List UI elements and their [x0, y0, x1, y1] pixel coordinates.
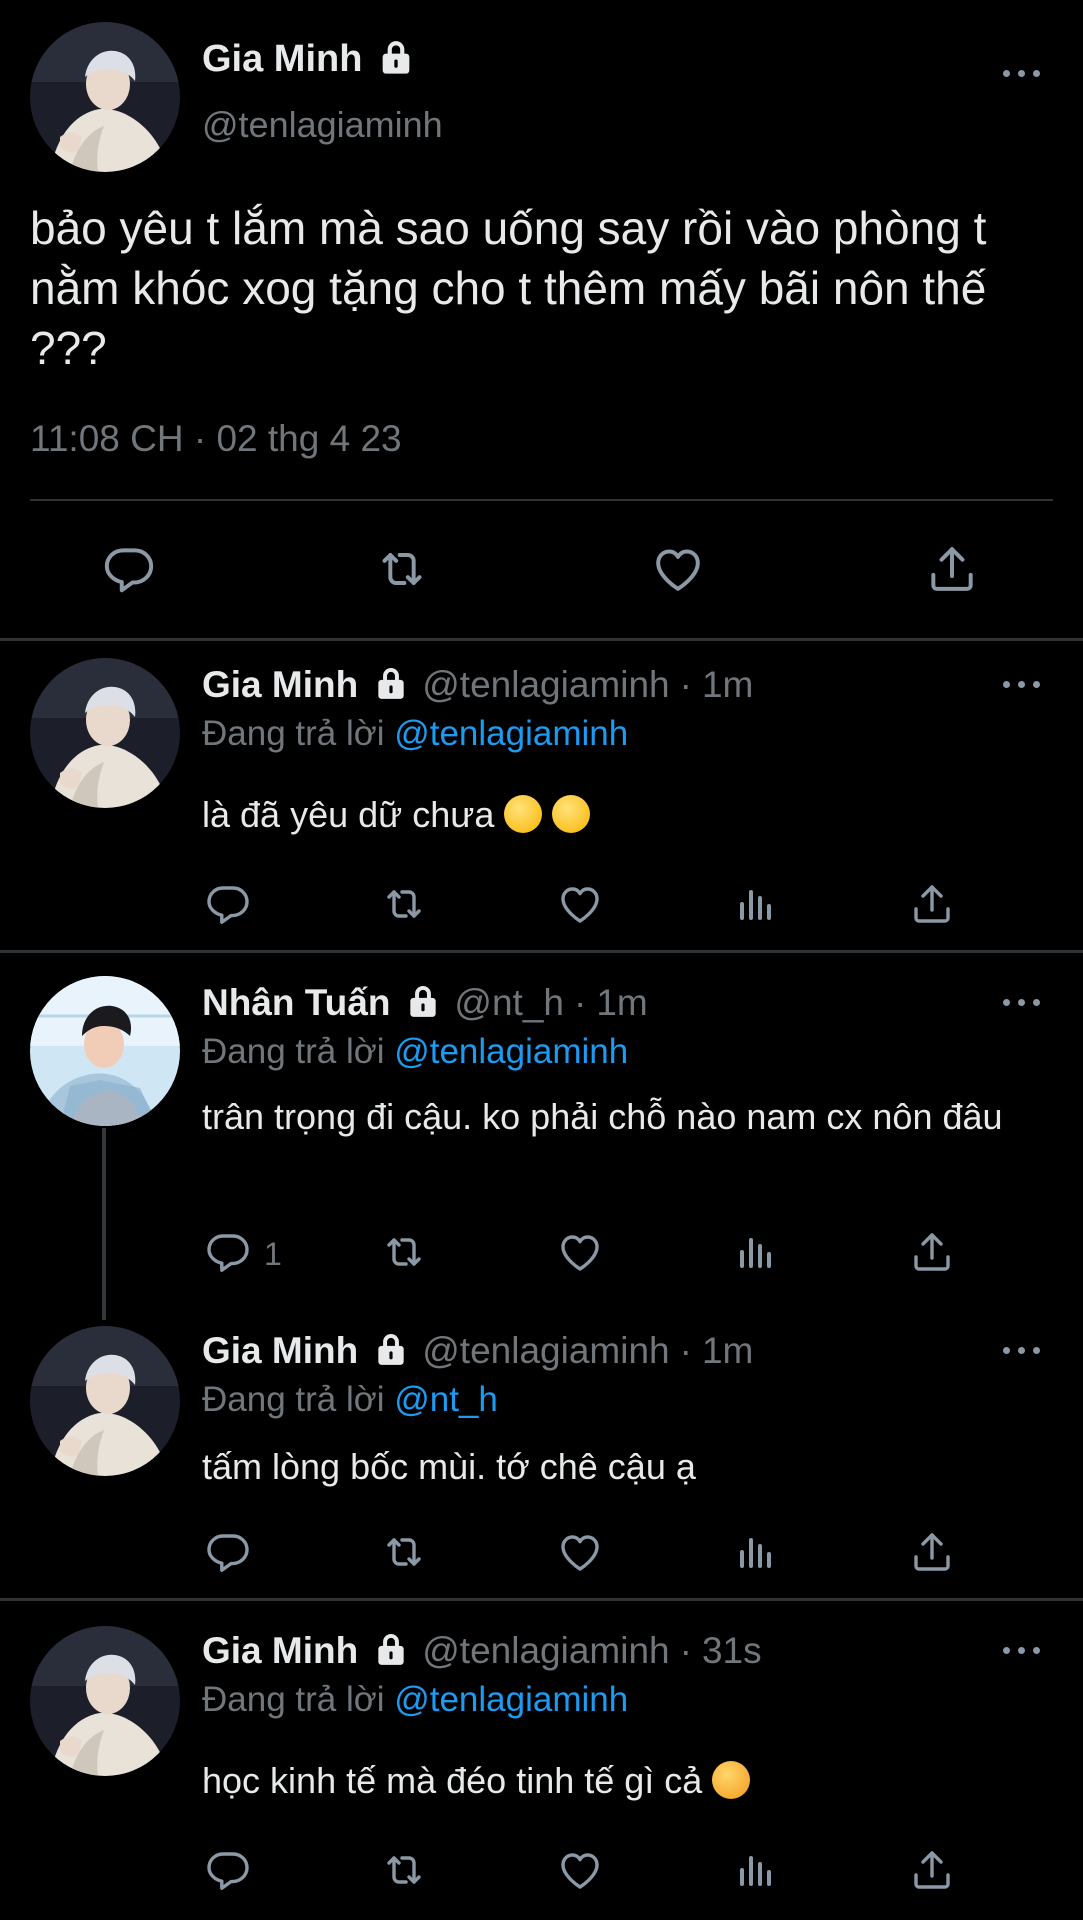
reply-text: tấm lòng bốc mùi. tớ chê cậu ạ [202, 1446, 696, 1487]
slightly-smiling-face-icon [552, 795, 591, 833]
author-line: Nhân Tuấn @nt_h · 1m [202, 982, 648, 1024]
share-icon[interactable] [908, 880, 956, 928]
reply-text: trân trọng đi cậu. ko phải chỗ nào nam c… [202, 1096, 1003, 1137]
author-handle[interactable]: @tenlagiaminh [422, 664, 669, 705]
divider [0, 950, 1083, 953]
avatar[interactable] [30, 976, 180, 1126]
author-name[interactable]: Nhân Tuấn [202, 982, 390, 1023]
tweet-time[interactable]: 1m [702, 664, 753, 705]
more-options-icon[interactable] [1003, 674, 1047, 694]
replying-to: Đang trả lời @tenlagiaminh [202, 1680, 629, 1719]
lock-icon [404, 982, 442, 1020]
tweet-thread: Gia Minh @tenlagiaminh bảo yêu t lắm mà … [0, 0, 1083, 1920]
reply-icon[interactable] [101, 541, 157, 597]
reply-count: 1 [264, 1236, 282, 1272]
more-options-icon[interactable] [1003, 63, 1047, 83]
avatar[interactable] [30, 1326, 180, 1476]
retweet-icon[interactable] [380, 1228, 428, 1276]
author-line: Gia Minh @tenlagiaminh · 1m [202, 1330, 753, 1372]
lock-icon [372, 1330, 410, 1368]
replying-to: Đang trả lời @tenlagiaminh [202, 714, 629, 753]
separator-dot: · [679, 664, 692, 705]
author-name[interactable]: Gia Minh [202, 664, 358, 705]
author-handle[interactable]: @tenlagiaminh [422, 1330, 669, 1371]
main-author-handle[interactable]: @tenlagiaminh [202, 104, 443, 146]
mention-link[interactable]: @tenlagiaminh [394, 714, 628, 753]
divider [0, 1598, 1083, 1601]
tweet-time[interactable]: 1m [596, 982, 647, 1023]
author-name[interactable]: Gia Minh [202, 1330, 358, 1371]
retweet-icon[interactable] [380, 880, 428, 928]
profile-photo [30, 1626, 180, 1776]
author-line: Gia Minh @tenlagiaminh · 31s [202, 1630, 762, 1672]
profile-photo [30, 22, 180, 172]
like-icon[interactable] [556, 1846, 604, 1894]
more-options-icon[interactable] [1003, 992, 1047, 1012]
mention-link[interactable]: @tenlagiaminh [394, 1680, 628, 1719]
views-icon[interactable] [732, 1528, 780, 1576]
author-name[interactable]: Gia Minh [202, 1630, 358, 1671]
mention-link[interactable]: @nt_h [394, 1380, 498, 1419]
share-icon[interactable] [908, 1846, 956, 1894]
like-icon[interactable] [556, 1528, 604, 1576]
separator-dot: · [679, 1630, 692, 1671]
profile-photo [30, 1326, 180, 1476]
thread-connector [102, 1128, 106, 1320]
divider [0, 638, 1083, 641]
separator-dot: · [679, 1330, 692, 1371]
main-tweet-text: bảo yêu t lắm mà sao uống say rồi vào ph… [30, 202, 987, 374]
main-author-name[interactable]: Gia Minh [202, 38, 416, 81]
lock-icon [372, 664, 410, 702]
share-icon[interactable] [908, 1528, 956, 1576]
more-options-icon[interactable] [1003, 1340, 1047, 1360]
replying-to: Đang trả lời @tenlagiaminh [202, 1032, 629, 1071]
lock-icon [376, 37, 416, 77]
mention-link[interactable]: @tenlagiaminh [394, 1032, 628, 1071]
views-icon[interactable] [732, 880, 780, 928]
reply-icon[interactable] [204, 1846, 252, 1894]
main-tweet-timestamp[interactable]: 11:08 CH · 02 thg 4 23 [30, 418, 402, 460]
reply-text: học kinh tế mà đéo tinh tế gì cả [202, 1756, 1022, 1806]
retweet-icon[interactable] [380, 1528, 428, 1576]
profile-photo [30, 658, 180, 808]
author-handle[interactable]: @nt_h [454, 982, 564, 1023]
more-options-icon[interactable] [1003, 1640, 1047, 1660]
share-icon[interactable] [924, 541, 980, 597]
avatar[interactable] [30, 1626, 180, 1776]
avatar-main[interactable] [30, 22, 180, 172]
lock-icon [372, 1630, 410, 1668]
like-icon[interactable] [650, 541, 706, 597]
author-line: Gia Minh @tenlagiaminh · 1m [202, 664, 753, 706]
retweet-icon[interactable] [380, 1846, 428, 1894]
separator-dot: · [574, 982, 587, 1023]
reply-icon[interactable] [204, 880, 252, 928]
retweet-icon[interactable] [374, 541, 430, 597]
slightly-smiling-face-icon [504, 795, 543, 833]
like-icon[interactable] [556, 1228, 604, 1276]
tweet-time[interactable]: 31s [702, 1630, 762, 1671]
profile-photo [30, 976, 180, 1126]
angry-face-icon [712, 1761, 751, 1799]
avatar[interactable] [30, 658, 180, 808]
reply-icon[interactable] [204, 1228, 252, 1276]
views-icon[interactable] [732, 1228, 780, 1276]
reply-icon[interactable] [204, 1528, 252, 1576]
replying-to: Đang trả lời @nt_h [202, 1380, 498, 1419]
author-handle[interactable]: @tenlagiaminh [422, 1630, 669, 1671]
reply-text: là đã yêu dữ chưa [202, 790, 1022, 840]
like-icon[interactable] [556, 880, 604, 928]
divider [30, 499, 1053, 501]
share-icon[interactable] [908, 1228, 956, 1276]
tweet-time[interactable]: 1m [702, 1330, 753, 1371]
views-icon[interactable] [732, 1846, 780, 1894]
